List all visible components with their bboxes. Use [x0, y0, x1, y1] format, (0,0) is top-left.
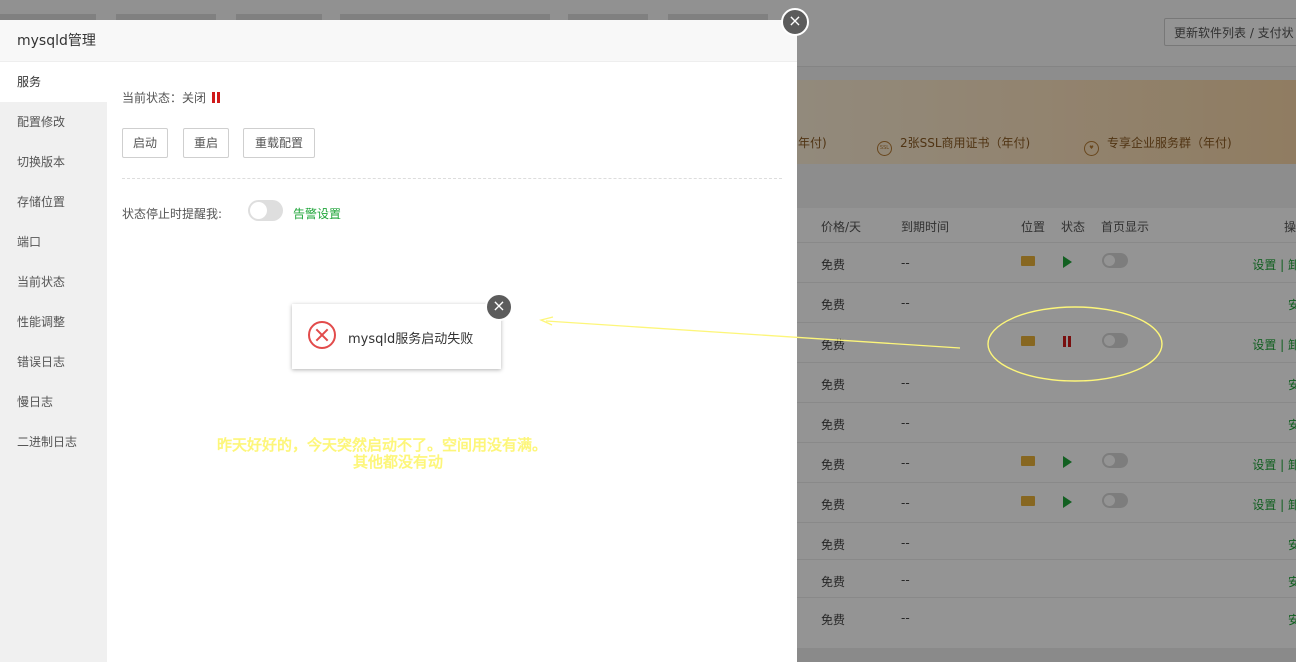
annotation-arrow — [545, 320, 961, 349]
annotation-circle — [987, 306, 1163, 382]
annotation-overlay — [539, 306, 1163, 382]
annotation-text-line2: 其他都没有动 — [353, 453, 444, 471]
dialog-close-icon[interactable]: × — [781, 8, 809, 36]
